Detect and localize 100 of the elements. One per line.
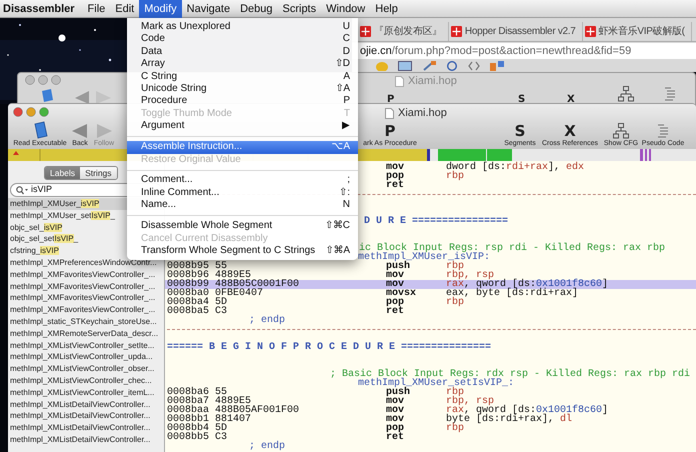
code-address: 0008ba5 C3: [167, 307, 228, 316]
list-item[interactable]: methImpl_XMFavoritesViewController_...: [8, 292, 164, 304]
menu-title[interactable]: Debug: [235, 0, 278, 18]
code-operands: rbp, rsp: [446, 397, 494, 406]
site-icon: [360, 26, 371, 37]
code-icon: [468, 61, 480, 71]
menu-title[interactable]: Disassembler: [0, 0, 83, 18]
flowchart-icon: [613, 123, 629, 139]
code-mnemonic: ret: [386, 433, 406, 442]
code-operands: byte [ds:rdi+rax], dl: [446, 415, 572, 424]
list-item[interactable]: methImpl_XMListViewController_setIte...: [8, 340, 164, 352]
code-address: 0008baa 488B05AF001F00: [167, 406, 300, 415]
menu-item[interactable]: Argument ▶: [127, 120, 358, 133]
list-item[interactable]: methImpl_XMListViewController_upda...: [8, 351, 164, 364]
table-icon: [490, 61, 504, 71]
menu-title[interactable]: Window: [321, 0, 370, 18]
endp-marker: ; endp: [249, 442, 286, 451]
code-mnemonic: mov: [386, 406, 406, 415]
list-item[interactable]: methImpl_XMRemoteServerData_descr...: [8, 328, 164, 340]
list-item[interactable]: methImpl_XMListViewController_obser...: [8, 363, 164, 375]
list-item[interactable]: methImpl_XMFavoritesViewController_...: [8, 268, 164, 281]
document-icon: [395, 76, 404, 87]
menu-title[interactable]: Modify: [139, 0, 182, 18]
code-operands: rbp: [446, 298, 464, 307]
list-item[interactable]: methImpl_XMListDetailViewController...: [8, 422, 164, 434]
code-mnemonic: mov: [386, 415, 406, 424]
segment-tab[interactable]: Labels: [45, 167, 80, 179]
code-operands: rax, qword [ds:0x1001f8c60]: [446, 406, 608, 415]
menu-item[interactable]: Unicode String ⇧A: [127, 82, 358, 96]
list-item[interactable]: methImpl_XMListDetailViewController...: [8, 398, 164, 410]
back-icon: [71, 123, 89, 139]
code-address: 0008ba4 5D: [167, 298, 228, 307]
menu-item[interactable]: Code C: [127, 33, 358, 46]
code-comment: ic Block Input Regs: rsp rdi - Killed Regs: rax rbp: [359, 244, 666, 253]
menu-item[interactable]: Disassemble Whole Segment ⇧⌘C: [127, 220, 358, 233]
list-item[interactable]: methImpl_XMFavoritesViewController_...: [8, 304, 164, 316]
search-icon: [16, 186, 28, 194]
code-operands: rbp: [446, 424, 464, 433]
at-sign-icon: [446, 61, 458, 71]
text-lines-icon: [656, 123, 670, 139]
document-icon: [385, 108, 394, 119]
browser-tab[interactable]: Hopper Disassembler v2.7: [448, 22, 583, 41]
code-address: 0008ba6 55: [167, 388, 228, 397]
list-item[interactable]: methImpl_XMPreferencesWindowContr...: [8, 256, 164, 269]
menu-title[interactable]: Scripts: [278, 0, 322, 18]
selected-line-highlight[interactable]: 0008b99 488B05C0001F00 mov rax, qword [ds:0x1001f8c60]: [165, 280, 696, 289]
code-mnemonic: push: [386, 262, 410, 271]
code-mnemonic: ret: [386, 307, 406, 316]
code-mnemonic: mov: [386, 163, 406, 172]
code-mnemonic: mov: [386, 280, 404, 289]
toolbar-glyph: X: [567, 94, 575, 105]
endp-marker: ; endp: [249, 316, 286, 325]
code-mnemonic: pop: [386, 298, 406, 307]
toolbar-glyph: S: [514, 124, 526, 139]
menu-title[interactable]: Help: [370, 0, 403, 18]
window-controls-icon: [25, 74, 61, 84]
menu-title[interactable]: Navigate: [182, 0, 236, 18]
code-comment: ; Basic Block Input Regs: rdx rsp - Killed Regs: rax rbp rdi: [330, 370, 690, 379]
forward-icon: [95, 123, 113, 139]
list-item[interactable]: methImpl_XMFavoritesViewController_...: [8, 280, 164, 292]
toolbar-glyph: S: [518, 94, 526, 105]
code-address: 0008bb1 881407: [167, 415, 252, 424]
window-title: Xiami.hop: [398, 106, 447, 121]
menu-item[interactable]: Transform Whole Segment to C Strings ⇧⌘A: [127, 245, 358, 258]
toolbar-glyph: P: [387, 94, 394, 105]
menu-item[interactable]: Assemble Instruction... ⌥A: [127, 141, 358, 154]
procedure-heading: ====== B E G I N O F P R O C E D U R E ===============: [167, 343, 492, 352]
list-item[interactable]: methImpl_XMListDetailViewController...: [8, 434, 164, 446]
code-operands: dword [ds:rdi+rax], edx: [446, 163, 584, 172]
code-address: 0008b95 55: [167, 262, 228, 271]
code-mnemonic: movsx: [386, 289, 418, 298]
code-mnemonic: push: [386, 388, 410, 397]
menu-item[interactable]: C String A: [127, 70, 358, 83]
menu-item[interactable]: Mark as Unexplored U: [127, 21, 358, 34]
menu-item[interactable]: Procedure P: [127, 95, 358, 108]
text-lines-icon: [663, 86, 677, 102]
list-item[interactable]: methImpl_static_STKeychain_storeUse...: [8, 316, 164, 328]
code-address: 0008ba0 0FBE0407: [167, 289, 264, 298]
code-mnemonic: mov: [386, 397, 404, 406]
menu-title[interactable]: File: [82, 0, 110, 18]
code-mnemonic: ret: [386, 181, 406, 190]
smiley-icon: [376, 61, 388, 71]
code-address: 0008bb4 5D: [167, 424, 228, 433]
code-operands: rbp: [446, 262, 464, 271]
code-address: 0008b99 488B05C0001F00: [167, 280, 300, 289]
site-icon: [584, 26, 596, 37]
procedure-label: methImpl_XMUser_isVIP:: [358, 253, 490, 262]
list-item[interactable]: methImpl_XMListViewController_chec...: [8, 374, 164, 387]
code-mnemonic: pop: [386, 172, 406, 181]
browser-tab[interactable]: 虾米音乐VIP破解版(: [582, 22, 692, 41]
code-address: 0008ba7 4889E5: [167, 397, 252, 406]
menu-title[interactable]: Edit: [110, 0, 140, 18]
menu-item[interactable]: Array ⇧D: [127, 58, 358, 71]
site-icon: [450, 26, 462, 37]
segment-tab[interactable]: Strings: [80, 167, 117, 179]
list-item[interactable]: methImpl_XMListViewController_itemL...: [8, 386, 164, 399]
list-item[interactable]: methImpl_XMListDetailViewController...: [8, 410, 164, 422]
code-mnemonic: pop: [386, 424, 406, 433]
window-controls-icon: [13, 106, 49, 116]
link-icon: [422, 61, 436, 71]
